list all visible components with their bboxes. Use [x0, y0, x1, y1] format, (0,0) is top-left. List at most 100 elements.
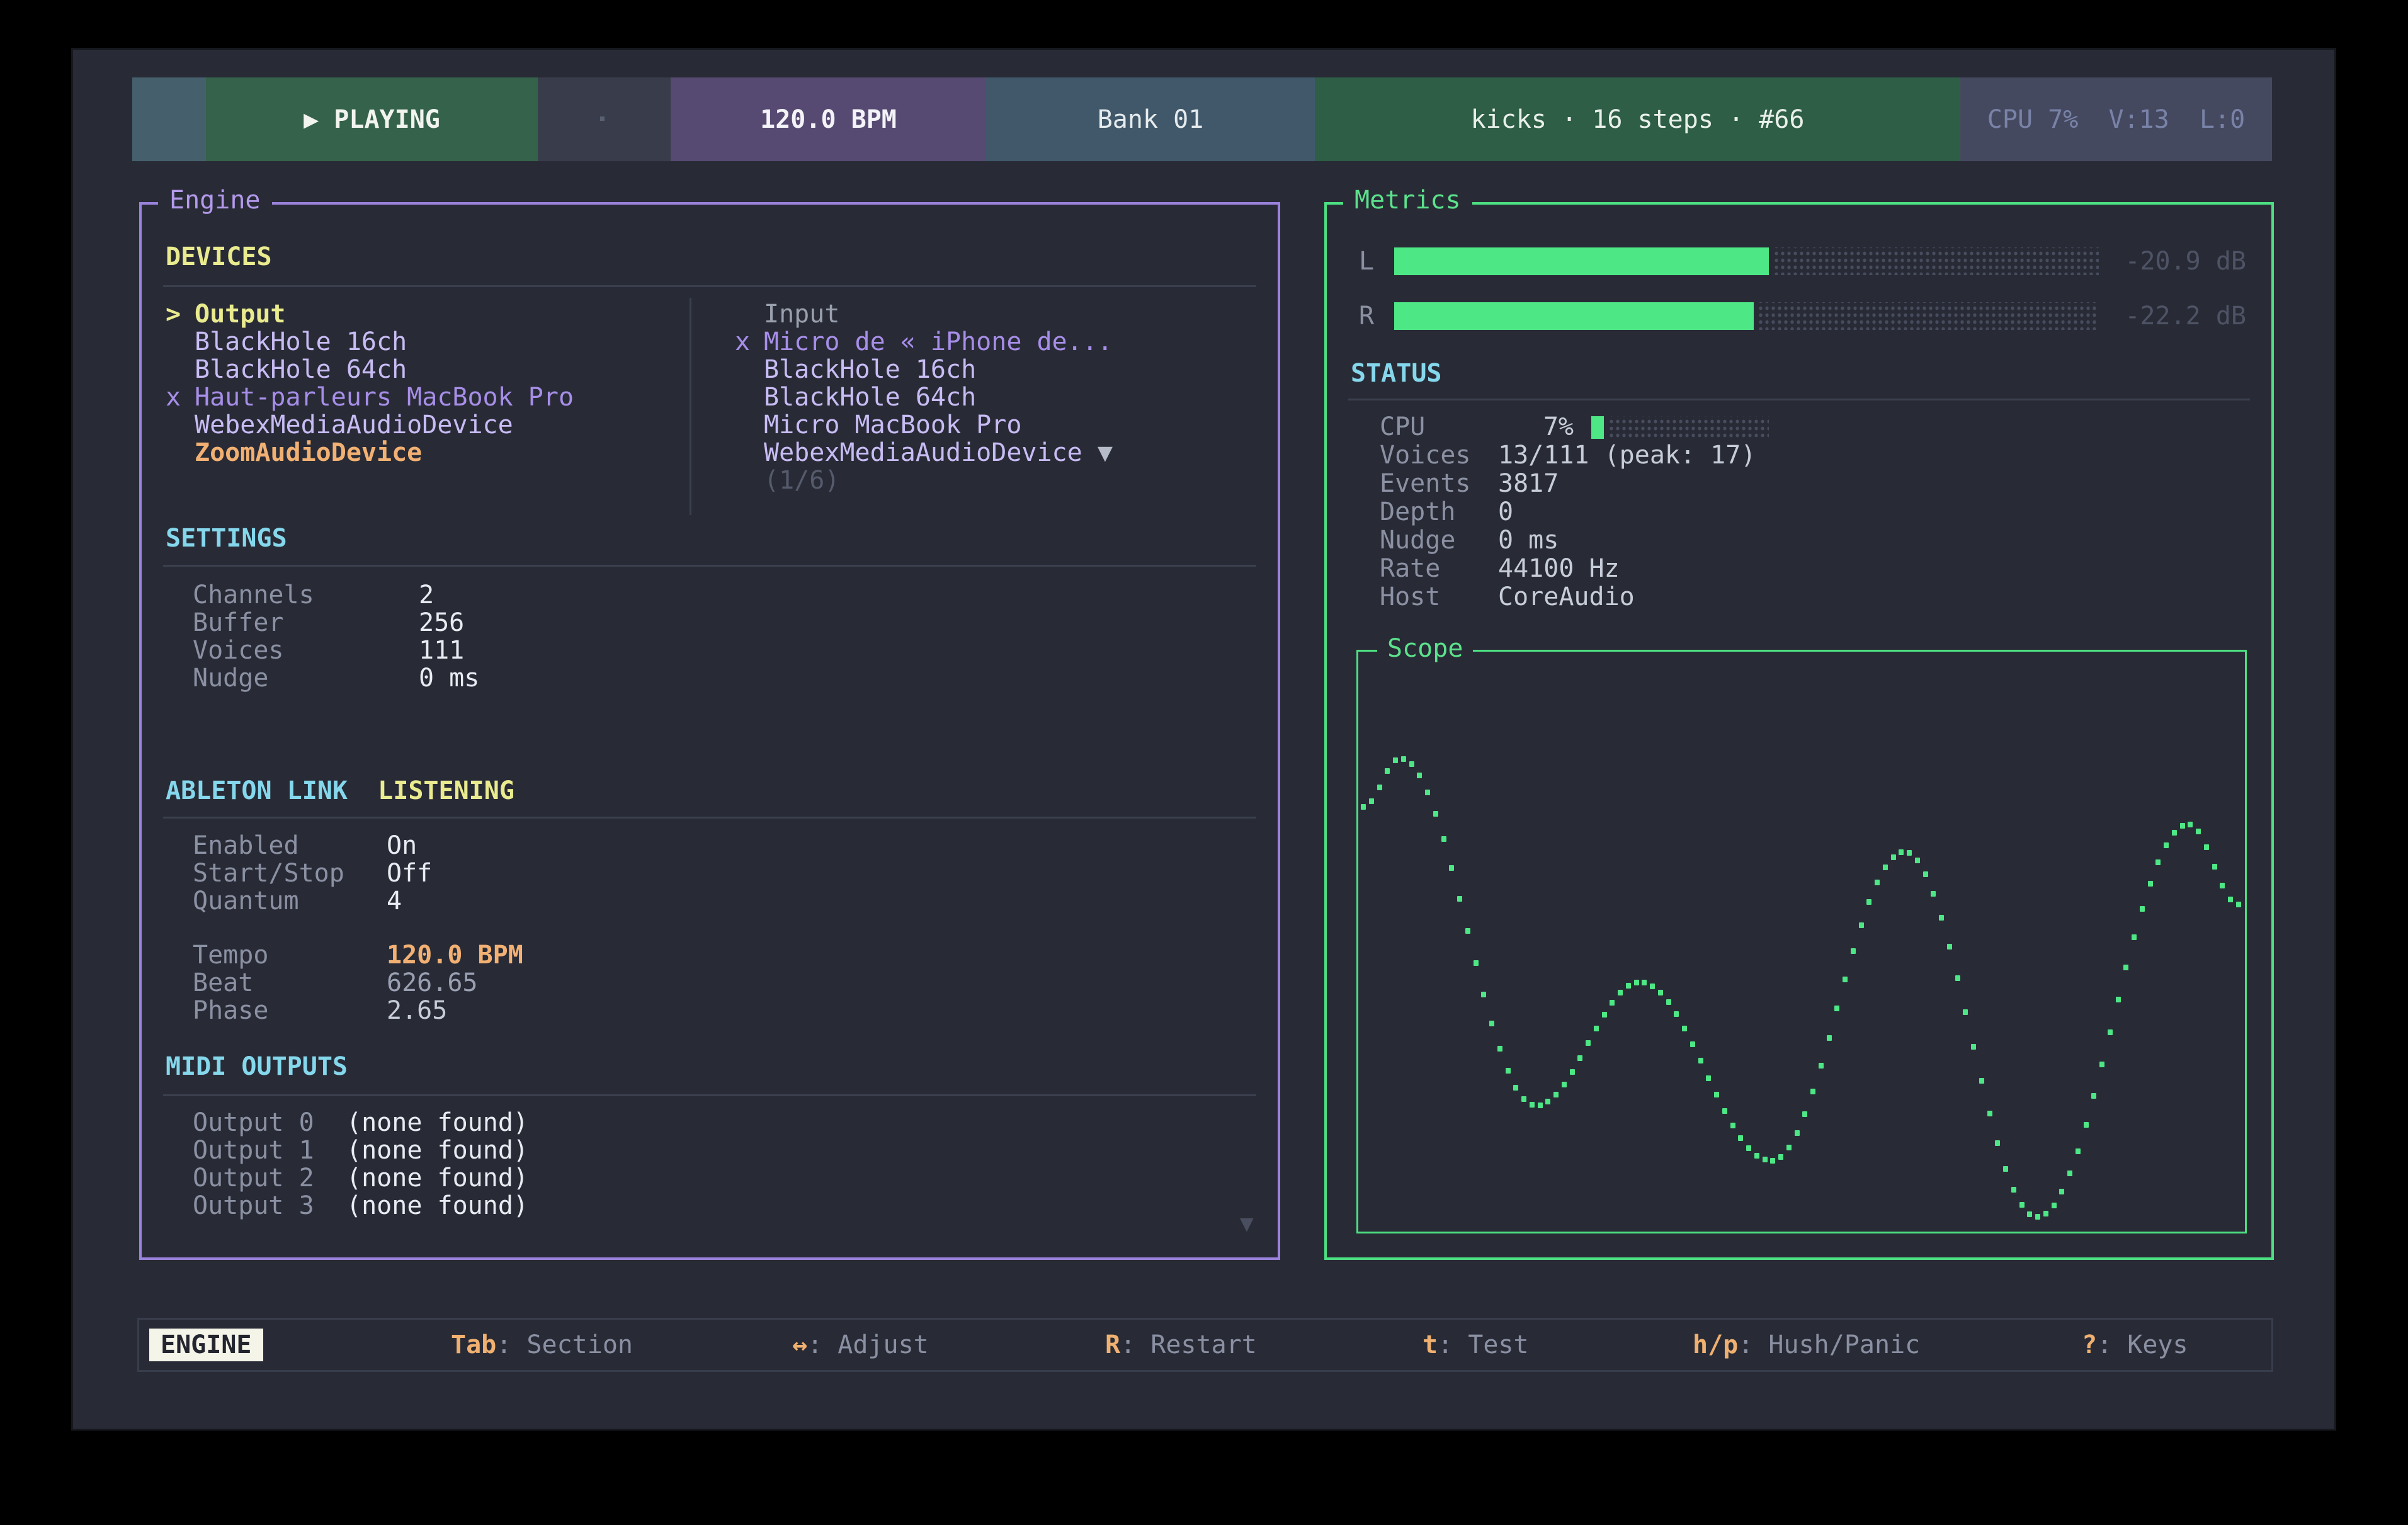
status-label: Events	[1380, 470, 1498, 498]
device-label: Haut-parleurs MacBook Pro	[195, 383, 574, 412]
scope-title: Scope	[1377, 634, 1473, 663]
hint-label: : Restart	[1120, 1330, 1257, 1359]
bank-segment[interactable]: Bank 01	[986, 77, 1315, 161]
link-value[interactable]: 626.65	[387, 968, 478, 997]
screen: { "palette":{"accent_purple":"#9b82dd","…	[0, 0, 2408, 1525]
input-device-item[interactable]: BlackHole 64ch	[735, 383, 1113, 411]
bpm-segment[interactable]: 120.0 BPM	[671, 77, 986, 161]
device-label: Input	[764, 300, 839, 329]
status-row: Depth0	[1327, 498, 2271, 526]
scope-dot	[2091, 1093, 2096, 1099]
midi-output-value[interactable]: (none found)	[346, 1191, 528, 1220]
input-device-item[interactable]: BlackHole 16ch	[735, 356, 1113, 383]
meter-fill	[1394, 247, 1769, 275]
scope-dot	[1795, 1130, 1800, 1136]
setting-label: Channels	[193, 581, 419, 609]
device-label: WebexMediaAudioDevice	[764, 438, 1082, 467]
dropdown-down-icon[interactable]: ▼	[1082, 438, 1113, 467]
selection-marker: x	[735, 328, 764, 356]
scope-dot	[1449, 865, 1454, 871]
pattern-segment[interactable]: kicks · 16 steps · #66	[1315, 77, 1960, 161]
scope-dot	[1634, 980, 1639, 985]
status-row: Events3817	[1327, 470, 2271, 498]
setting-value[interactable]: 256	[419, 608, 464, 637]
scope-dot	[2228, 897, 2233, 902]
setting-row: Buffer256	[193, 609, 479, 637]
scope-dot	[2132, 934, 2137, 940]
scope-dot	[2067, 1171, 2072, 1176]
scope-dot	[1457, 896, 1462, 902]
scope-dot	[1706, 1075, 1711, 1081]
link-value[interactable]: On	[387, 831, 417, 860]
scope-dot	[2236, 902, 2241, 907]
output-device-item[interactable]: BlackHole 16ch	[166, 328, 574, 356]
keyhint-adjust: ↔: Adjust	[792, 1320, 929, 1370]
app-window: ▶ PLAYING 120.0 BPM Bank 01 kicks · 16 s…	[71, 48, 2336, 1431]
scope-dot	[2180, 823, 2185, 829]
input-device-item[interactable]: WebexMediaAudioDevice ▼	[735, 439, 1113, 467]
meter-track	[1394, 247, 2099, 275]
divider	[163, 817, 1256, 819]
input-device-list: InputxMicro de « iPhone de... BlackHole …	[735, 300, 1113, 494]
setting-value[interactable]: 111	[419, 636, 464, 665]
output-device-item[interactable]: xHaut-parleurs MacBook Pro	[166, 383, 574, 411]
link-row: Start/StopOff	[193, 859, 432, 887]
scope-dot	[2188, 822, 2193, 827]
input-device-item[interactable]: xMicro de « iPhone de...	[735, 328, 1113, 356]
status-value: 7%	[1498, 413, 1574, 441]
pattern-label: kicks · 16 steps · #66	[1471, 105, 1805, 134]
cpu-gauge	[1591, 416, 1769, 439]
scope-dot	[1474, 960, 1479, 966]
meter-l: L-20.9 dB	[1327, 247, 2271, 275]
midi-output-value[interactable]: (none found)	[346, 1164, 528, 1193]
link-label: Beat	[193, 969, 387, 997]
output-device-item[interactable]: >Output	[166, 300, 574, 328]
scope-dot	[1810, 1089, 1815, 1094]
scope-dot	[2099, 1062, 2104, 1067]
scope-dot	[2027, 1211, 2032, 1217]
output-device-item[interactable]: ZoomAudioDevice	[166, 439, 574, 467]
input-device-item[interactable]: (1/6)	[735, 467, 1113, 494]
input-device-item[interactable]: Micro MacBook Pro	[735, 411, 1113, 439]
hint-key: h/p	[1693, 1330, 1738, 1359]
transport-playing-segment[interactable]: ▶ PLAYING	[206, 77, 538, 161]
stats-label: CPU 7% V:13 L:0	[1987, 105, 2245, 134]
setting-value[interactable]: 2	[419, 581, 434, 609]
selection-marker	[735, 383, 764, 411]
metrics-panel-title: Metrics	[1343, 186, 1472, 215]
midi-output-value[interactable]: (none found)	[346, 1108, 528, 1137]
scope-dot	[1658, 990, 1663, 995]
midi-output-value[interactable]: (none found)	[346, 1136, 528, 1165]
link-row: Phase2.65	[193, 997, 523, 1024]
output-device-item[interactable]: BlackHole 64ch	[166, 356, 574, 383]
scope-dot	[1851, 948, 1856, 954]
output-device-item[interactable]: WebexMediaAudioDevice	[166, 411, 574, 439]
scope-dot	[1834, 1006, 1839, 1011]
device-label: BlackHole 64ch	[195, 355, 407, 384]
link-value[interactable]: 2.65	[387, 996, 447, 1025]
scope-dot	[1891, 854, 1896, 860]
scope-dot	[1738, 1135, 1743, 1141]
scope-dot	[1465, 928, 1470, 934]
scroll-down-indicator[interactable]: ▼	[1240, 1211, 1254, 1237]
link-label: Tempo	[193, 941, 387, 969]
scope-dot	[1866, 899, 1871, 905]
status-value: 0 ms	[1498, 526, 1559, 555]
scope-dot	[1506, 1068, 1511, 1074]
link-value[interactable]: 4	[387, 887, 402, 916]
scope-dot	[1586, 1040, 1591, 1046]
scope-dot	[1955, 975, 1960, 981]
link-value[interactable]: Off	[387, 859, 432, 888]
link-value[interactable]: 120.0 BPM	[387, 941, 523, 970]
scope-dot	[1995, 1140, 2000, 1146]
selection-marker	[735, 356, 764, 383]
scope-dot	[1859, 922, 1864, 928]
meter-channel-label: R	[1359, 302, 1374, 330]
scope-dot	[1714, 1092, 1719, 1097]
setting-label: Nudge	[193, 664, 419, 692]
setting-value[interactable]: 0 ms	[419, 664, 479, 693]
device-label: Micro MacBook Pro	[764, 411, 1021, 439]
scope-dot	[1802, 1111, 1807, 1117]
device-label: Output	[195, 300, 286, 329]
input-device-item[interactable]: Input	[735, 300, 1113, 328]
